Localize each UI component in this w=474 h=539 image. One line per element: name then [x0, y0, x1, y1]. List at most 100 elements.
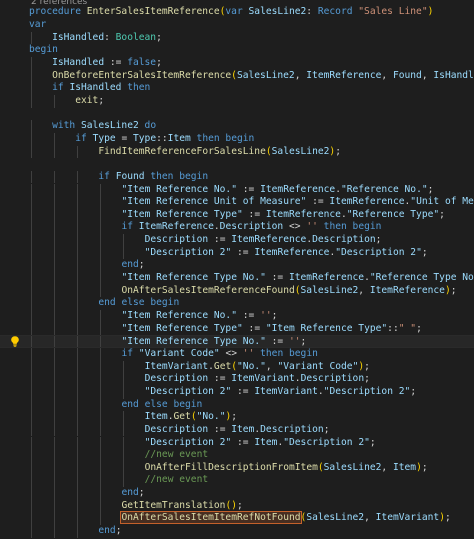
code-line[interactable]: Description := ItemReference.Description…	[0, 234, 474, 247]
indent-guide	[123, 449, 125, 462]
code-line[interactable]	[0, 158, 474, 171]
code-token: IsHandled	[433, 69, 474, 81]
code-line[interactable]: if "Variant Code" <> '' then begin	[0, 347, 474, 361]
code-token: ;	[410, 385, 417, 397]
code-line[interactable]: "Description 2" := ItemReference."Descri…	[0, 246, 474, 260]
code-line[interactable]: end;	[0, 259, 474, 273]
code-line[interactable]: Description := ItemVariant.Description;	[0, 373, 474, 386]
code-line[interactable]: //new event	[0, 474, 474, 488]
indent-guide	[100, 373, 102, 386]
code-token: //new event	[144, 474, 209, 486]
indent-guide	[77, 234, 79, 247]
indent-guide	[31, 170, 32, 184]
code-token: "Variant Code"	[138, 347, 220, 359]
code-token: "Reference Type"	[346, 208, 440, 220]
code-line[interactable]: end else begin	[0, 398, 474, 412]
code-token: Description	[144, 234, 209, 246]
code-line[interactable]: Item.Get("No.");	[0, 411, 474, 424]
indent-guide	[123, 360, 125, 374]
code-line[interactable]: end else begin	[0, 297, 474, 310]
indent-guide	[31, 183, 32, 197]
code-token: ItemVariant	[144, 360, 209, 372]
code-line[interactable]: IsHandled: Boolean;	[0, 31, 474, 45]
code-line[interactable]: "Item Reference Type No." := '';	[0, 335, 474, 348]
code-line[interactable]: OnAfterSalesItemItemRefNotFound(SalesLin…	[0, 511, 474, 526]
code-token: ;	[444, 512, 451, 524]
code-line[interactable]: end;	[0, 487, 474, 500]
code-token: ItemReference	[369, 284, 445, 296]
indent-guide	[31, 322, 32, 336]
indent-guide	[31, 398, 32, 412]
code-line[interactable]: "Item Reference Type" := ItemReference."…	[0, 208, 474, 222]
code-line[interactable]: "Item Reference Type No." := ItemReferen…	[0, 272, 474, 285]
indent-guide	[77, 297, 79, 310]
code-token: EnterSalesItemReference	[86, 6, 220, 18]
code-token: ''	[288, 336, 301, 348]
code-token: SalesLine2	[306, 512, 365, 524]
indent-guide	[77, 474, 79, 488]
code-line[interactable]: OnAfterFillDescriptionFromItem(SalesLine…	[0, 461, 474, 475]
indent-guide	[54, 259, 56, 273]
code-line[interactable]: with SalesLine2 do	[0, 120, 474, 133]
code-line[interactable]: if Type = Type::Item then begin	[0, 132, 474, 146]
code-token: ;	[323, 423, 330, 435]
code-line[interactable]: OnAfterSalesItemReferenceFound(SalesLine…	[0, 284, 474, 298]
code-token: end else begin	[98, 297, 180, 309]
code-token: <>	[283, 221, 307, 233]
indent-guide	[100, 272, 102, 285]
indent-guide	[31, 436, 32, 450]
code-token: "Item Reference Type"	[121, 208, 243, 220]
indent-guide	[31, 474, 32, 488]
code-editor[interactable]: 2 references procedure EnterSalesItemRef…	[0, 0, 474, 539]
indent-guide	[31, 411, 32, 424]
code-token: :=	[231, 246, 255, 258]
code-line[interactable]: exit;	[0, 94, 474, 108]
code-token: SalesLine2	[236, 69, 295, 81]
indent-guide	[31, 208, 32, 222]
indent-guide	[123, 234, 125, 247]
indent-guide	[100, 284, 102, 298]
code-token: GetItemTranslation	[121, 499, 226, 511]
code-line[interactable]: //new event	[0, 449, 474, 462]
indent-guide	[31, 347, 32, 361]
lightbulb-icon[interactable]	[9, 335, 21, 347]
code-line[interactable]: if ItemReference.Description <> '' then …	[0, 221, 474, 235]
code-token: OnAfterSalesItemReferenceFound	[121, 284, 295, 296]
code-token: ;	[421, 461, 428, 473]
indent-guide	[31, 525, 32, 538]
code-line[interactable]: IsHandled := false;	[0, 57, 474, 70]
code-line[interactable]: "Item Reference Unit of Measure" := Item…	[0, 196, 474, 209]
code-token: ;	[364, 360, 370, 372]
code-line[interactable]: if IsHandled then	[0, 82, 474, 95]
indent-guide	[100, 322, 102, 336]
code-line[interactable]: "Item Reference Type" := "Item Reference…	[0, 322, 474, 336]
code-line[interactable]	[0, 108, 474, 121]
indent-guide	[54, 94, 56, 108]
indent-guide	[31, 221, 32, 235]
code-token: Get	[213, 360, 232, 372]
code-line-content: "Item Reference No." := '';	[121, 310, 277, 323]
code-token: ''	[306, 221, 318, 233]
code-line[interactable]: "Item Reference No." := ItemReference."R…	[0, 183, 474, 197]
code-line[interactable]: "Description 2" := Item."Description 2";	[0, 436, 474, 450]
indent-guide	[100, 360, 102, 374]
code-line[interactable]: GetItemTranslation();	[0, 499, 474, 513]
code-line[interactable]: procedure EnterSalesItemReference(var Sa…	[0, 6, 474, 19]
code-token: ;	[237, 499, 243, 511]
code-line[interactable]: begin	[0, 44, 474, 57]
code-token: begin	[29, 44, 58, 56]
code-line[interactable]: "Item Reference No." := '';	[0, 310, 474, 323]
indent-guide	[77, 411, 79, 424]
code-line[interactable]: if Found then begin	[0, 170, 474, 184]
code-line-content: "Item Reference Type No." := ItemReferen…	[121, 272, 474, 285]
code-line[interactable]: Description := Item.Description;	[0, 423, 474, 437]
code-line[interactable]: OnBeforeEnterSalesItemReference(SalesLin…	[0, 69, 474, 83]
code-line[interactable]: var	[0, 19, 474, 32]
code-line[interactable]: ItemVariant.Get("No.", "Variant Code");	[0, 360, 474, 374]
code-line[interactable]: "Description 2" := ItemVariant."Descript…	[0, 385, 474, 399]
indent-guide	[54, 246, 56, 260]
code-line[interactable]: end;	[0, 525, 474, 538]
code-line[interactable]: FindItemReferenceForSalesLine(SalesLine2…	[0, 145, 474, 159]
indent-guide	[31, 284, 32, 298]
code-token: :=	[208, 373, 232, 385]
